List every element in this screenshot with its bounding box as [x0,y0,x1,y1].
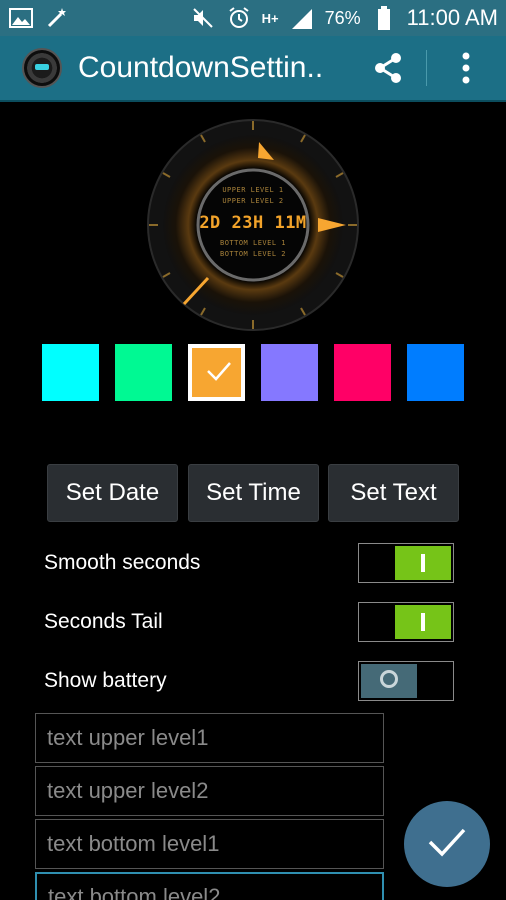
battery-icon [371,5,397,31]
overflow-menu-icon[interactable] [448,50,484,86]
signal-icon [289,5,315,31]
switch-thumb [395,605,451,639]
upper-level-2-text: UPPER LEVEL 2 [222,197,284,205]
page-title: CountdownSettin.. [78,51,324,84]
status-bar: H+ 76% 11:00 AM [0,0,506,36]
watch-face-preview: UPPER LEVEL 1 UPPER LEVEL 2 2D 23H 11M B… [146,118,360,332]
upper-level2-input[interactable] [35,766,384,816]
show-battery-switch[interactable] [358,661,454,701]
seconds-tail-label: Seconds Tail [44,610,163,633]
upper-level1-input[interactable] [35,713,384,763]
switch-thumb [395,546,451,580]
clock: 11:00 AM [406,5,498,30]
checkmark-icon [427,826,467,863]
app-bar: CountdownSettin.. [0,36,506,102]
color-swatch-pink[interactable] [334,344,391,401]
check-icon [206,360,231,382]
color-swatch-green[interactable] [115,344,172,401]
color-swatch-blue[interactable] [407,344,464,401]
battery-percent: 76% [324,7,361,28]
upper-level-1-text: UPPER LEVEL 1 [222,186,284,194]
network-type: H+ [261,10,279,26]
save-fab-button[interactable] [404,801,490,887]
alarm-icon [226,5,252,31]
switch-thumb [361,664,417,698]
app-bar-divider [426,50,427,86]
set-date-button[interactable]: Set Date [47,464,178,522]
color-swatch-orange[interactable] [188,344,245,401]
countdown-text: 2D 23H 11M [199,213,307,233]
bottom-level-1-text: BOTTOM LEVEL 1 [219,239,286,247]
bottom-level-2-text: BOTTOM LEVEL 2 [219,250,286,258]
seconds-tail-switch[interactable] [358,602,454,642]
magic-wand-icon [44,5,70,31]
color-swatch-purple[interactable] [261,344,318,401]
smooth-seconds-label: Smooth seconds [44,551,201,574]
image-icon [8,5,34,31]
smooth-seconds-switch[interactable] [358,543,454,583]
show-battery-label: Show battery [44,669,167,692]
bottom-level1-input[interactable] [35,819,384,869]
bottom-level2-input[interactable] [35,872,384,900]
color-swatch-cyan[interactable] [42,344,99,401]
mute-icon [190,5,216,31]
share-icon[interactable] [370,50,406,86]
set-time-button[interactable]: Set Time [188,464,319,522]
color-picker [42,344,466,402]
set-text-button[interactable]: Set Text [328,464,459,522]
app-logo[interactable] [22,48,62,88]
